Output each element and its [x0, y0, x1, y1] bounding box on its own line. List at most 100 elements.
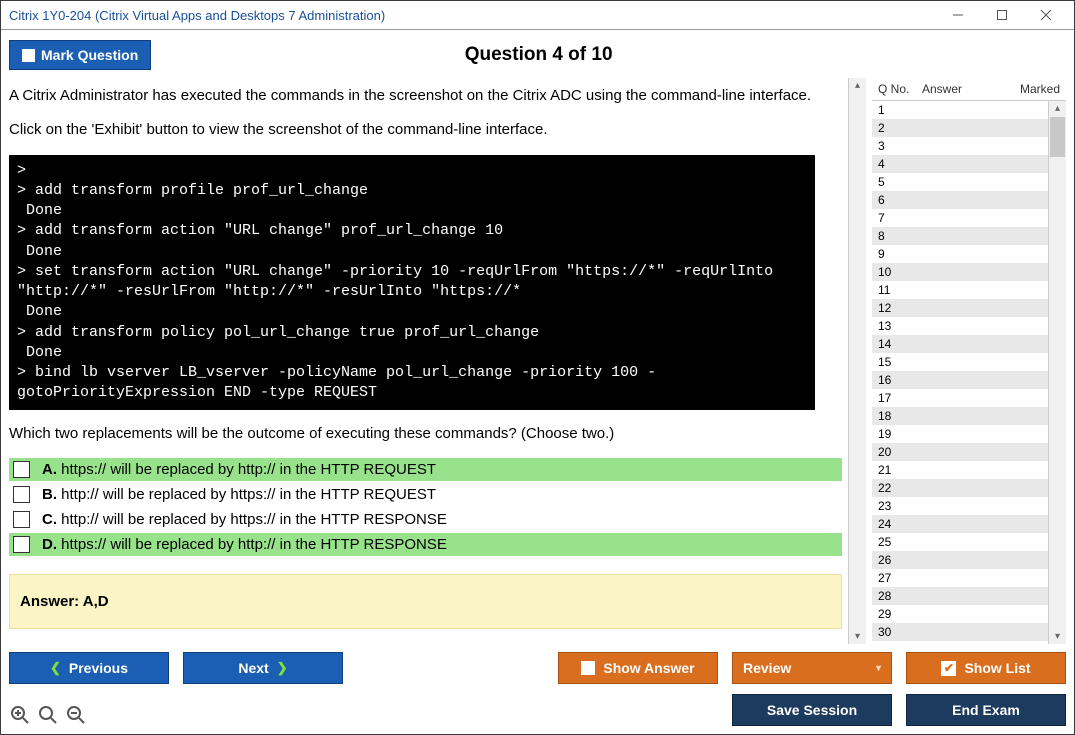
end-exam-button[interactable]: End Exam	[906, 694, 1066, 726]
nav-qno: 3	[878, 139, 922, 153]
window-controls	[936, 3, 1068, 27]
option-checkbox[interactable]	[13, 536, 30, 553]
nav-scroll-up-icon[interactable]: ▴	[1049, 101, 1066, 116]
nav-row[interactable]: 2	[872, 119, 1048, 137]
option-checkbox[interactable]	[13, 461, 30, 478]
nav-qno: 17	[878, 391, 922, 405]
nav-row[interactable]: 25	[872, 533, 1048, 551]
nav-qno: 9	[878, 247, 922, 261]
exhibit-terminal: > > add transform profile prof_url_chang…	[9, 155, 815, 410]
show-list-button[interactable]: ✔ Show List	[906, 652, 1066, 684]
nav-qno: 25	[878, 535, 922, 549]
nav-row[interactable]: 6	[872, 191, 1048, 209]
option-d[interactable]: D. https:// will be replaced by http:// …	[9, 533, 842, 556]
nav-qno: 16	[878, 373, 922, 387]
previous-label: Previous	[69, 660, 128, 676]
button-row: ❮ Previous Next ❯ Show Answer Review ▾	[9, 652, 1066, 684]
zoom-reset-button[interactable]	[37, 704, 59, 726]
nav-qno: 1	[878, 103, 922, 117]
zoom-out-button[interactable]	[65, 704, 87, 726]
content-column: A Citrix Administrator has executed the …	[9, 78, 866, 644]
footer: ❮ Previous Next ❯ Show Answer Review ▾	[9, 652, 1066, 726]
nav-row[interactable]: 3	[872, 137, 1048, 155]
nav-qno: 8	[878, 229, 922, 243]
option-c[interactable]: C. http:// will be replaced by https:// …	[9, 508, 842, 531]
nav-row[interactable]: 21	[872, 461, 1048, 479]
window-title: Citrix 1Y0-204 (Citrix Virtual Apps and …	[9, 8, 385, 23]
question-content: A Citrix Administrator has executed the …	[9, 78, 848, 644]
nav-qno: 23	[878, 499, 922, 513]
nav-qno: 14	[878, 337, 922, 351]
nav-scroll-down-icon[interactable]: ▾	[1049, 629, 1066, 644]
navigator-scrollbar[interactable]: ▴ ▾	[1048, 101, 1066, 644]
nav-qno: 18	[878, 409, 922, 423]
close-button[interactable]	[1024, 3, 1068, 27]
nav-row[interactable]: 26	[872, 551, 1048, 569]
nav-row[interactable]: 8	[872, 227, 1048, 245]
nav-row[interactable]: 1	[872, 101, 1048, 119]
nav-row[interactable]: 11	[872, 281, 1048, 299]
save-session-label: Save Session	[767, 702, 857, 718]
nav-row[interactable]: 14	[872, 335, 1048, 353]
save-session-button[interactable]: Save Session	[732, 694, 892, 726]
nav-row[interactable]: 20	[872, 443, 1048, 461]
nav-row[interactable]: 15	[872, 353, 1048, 371]
checked-square-icon: ✔	[941, 661, 956, 676]
nav-qno: 12	[878, 301, 922, 315]
option-checkbox[interactable]	[13, 486, 30, 503]
option-label: B. http:// will be replaced by https:// …	[42, 486, 436, 503]
navigator-list-wrap: 1234567891011121314151617181920212223242…	[872, 101, 1066, 644]
nav-row[interactable]: 19	[872, 425, 1048, 443]
nav-row[interactable]: 28	[872, 587, 1048, 605]
nav-row[interactable]: 22	[872, 479, 1048, 497]
nav-row[interactable]: 27	[872, 569, 1048, 587]
review-button[interactable]: Review ▾	[732, 652, 892, 684]
nav-row[interactable]: 9	[872, 245, 1048, 263]
question-prompt: Which two replacements will be the outco…	[9, 424, 842, 444]
scroll-down-icon[interactable]: ▾	[855, 629, 860, 644]
nav-scroll-thumb[interactable]	[1050, 117, 1065, 157]
content-scrollbar[interactable]: ▴ ▾	[848, 78, 866, 644]
nav-qno: 24	[878, 517, 922, 531]
nav-row[interactable]: 18	[872, 407, 1048, 425]
question-counter: Question 4 of 10	[151, 44, 926, 66]
zoom-in-button[interactable]	[9, 704, 31, 726]
nav-qno: 30	[878, 625, 922, 639]
nav-row[interactable]: 7	[872, 209, 1048, 227]
nav-row[interactable]: 17	[872, 389, 1048, 407]
nav-row[interactable]: 4	[872, 155, 1048, 173]
content-scroll: A Citrix Administrator has executed the …	[9, 78, 866, 644]
nav-col-answer: Answer	[922, 82, 992, 96]
minimize-button[interactable]	[936, 3, 980, 27]
option-a[interactable]: A. https:// will be replaced by http:// …	[9, 458, 842, 481]
option-label: C. http:// will be replaced by https:// …	[42, 511, 447, 528]
navigator-list[interactable]: 1234567891011121314151617181920212223242…	[872, 101, 1048, 644]
nav-qno: 28	[878, 589, 922, 603]
nav-qno: 10	[878, 265, 922, 279]
scroll-up-icon[interactable]: ▴	[855, 78, 860, 93]
nav-col-marked: Marked	[992, 82, 1060, 96]
previous-button[interactable]: ❮ Previous	[9, 652, 169, 684]
nav-col-qno: Q No.	[878, 82, 922, 96]
nav-row[interactable]: 24	[872, 515, 1048, 533]
nav-row[interactable]: 13	[872, 317, 1048, 335]
end-exam-label: End Exam	[952, 702, 1020, 718]
nav-qno: 22	[878, 481, 922, 495]
next-button[interactable]: Next ❯	[183, 652, 343, 684]
nav-row[interactable]: 12	[872, 299, 1048, 317]
nav-row[interactable]: 5	[872, 173, 1048, 191]
option-b[interactable]: B. http:// will be replaced by https:// …	[9, 483, 842, 506]
maximize-button[interactable]	[980, 3, 1024, 27]
show-answer-button[interactable]: Show Answer	[558, 652, 718, 684]
option-checkbox[interactable]	[13, 511, 30, 528]
nav-row[interactable]: 29	[872, 605, 1048, 623]
header-row: Mark Question Question 4 of 10	[9, 36, 1066, 74]
nav-row[interactable]: 16	[872, 371, 1048, 389]
mark-question-button[interactable]: Mark Question	[9, 40, 151, 70]
nav-qno: 29	[878, 607, 922, 621]
chevron-down-icon: ▾	[876, 663, 881, 674]
nav-row[interactable]: 30	[872, 623, 1048, 641]
nav-row[interactable]: 23	[872, 497, 1048, 515]
nav-qno: 26	[878, 553, 922, 567]
nav-row[interactable]: 10	[872, 263, 1048, 281]
